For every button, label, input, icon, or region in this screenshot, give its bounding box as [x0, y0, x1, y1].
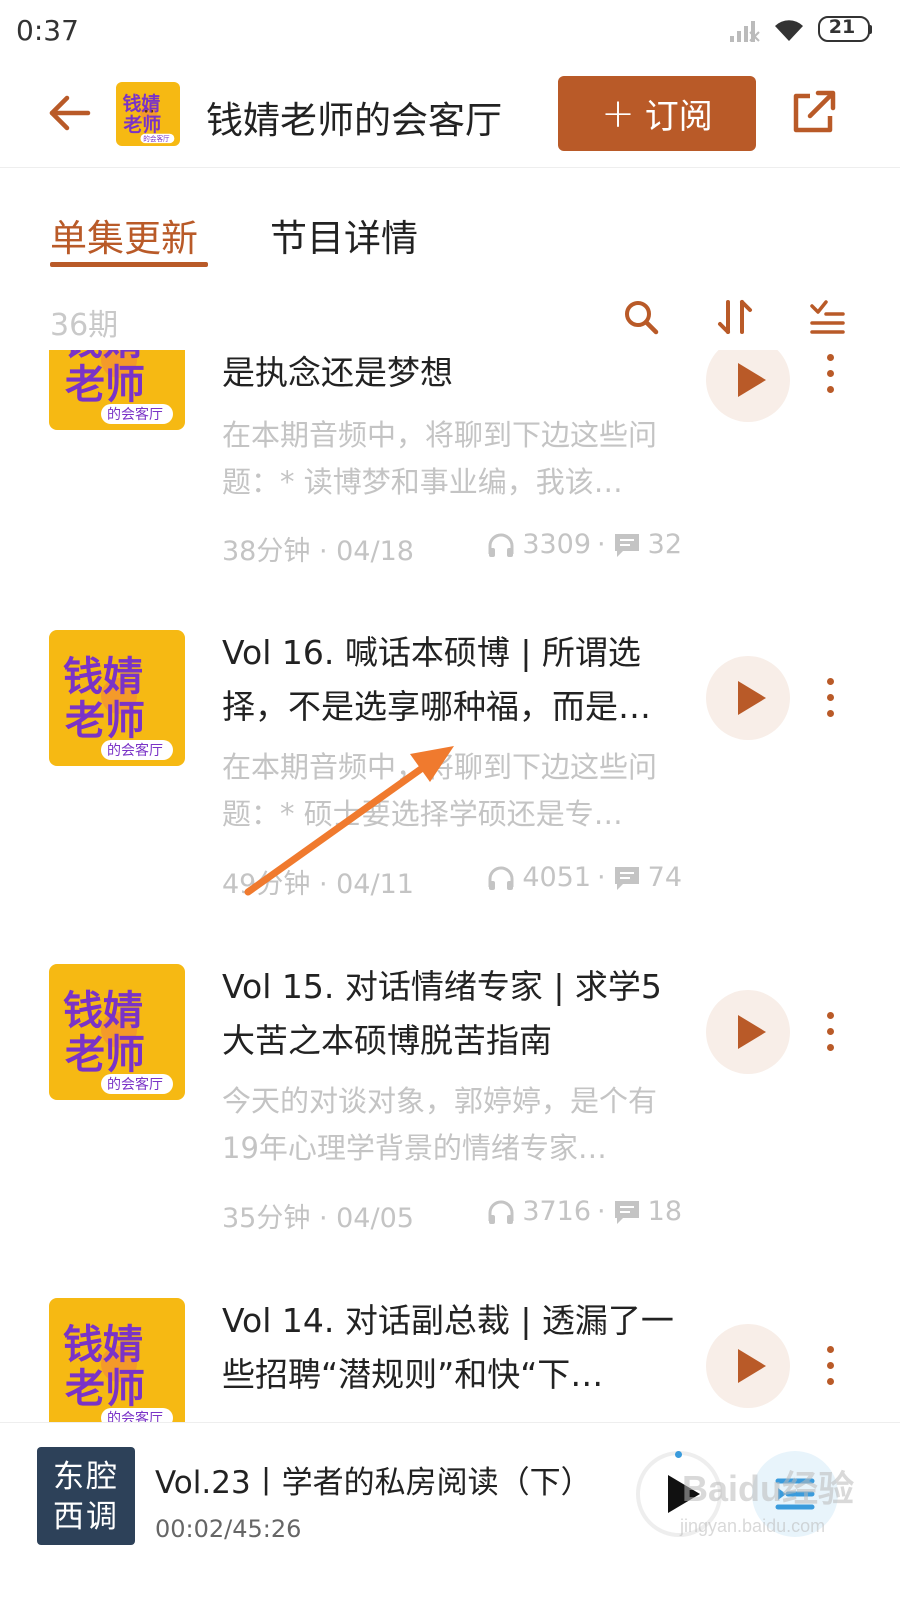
podcast-cover-thumbnail[interactable]: 钱婧 老师 的会客厅 — [116, 82, 180, 146]
share-icon[interactable] — [790, 88, 838, 136]
cover-art: 钱婧 老师 的会客厅 — [49, 1298, 185, 1422]
more-options-icon[interactable] — [822, 1344, 838, 1388]
cover-art: 钱婧 老师 的会客厅 — [116, 82, 180, 146]
subscribe-button[interactable]: + 订阅 — [558, 76, 756, 151]
status-time: 0:37 — [16, 14, 79, 47]
cover-tag: 的会客厅 — [107, 1410, 163, 1422]
cover-text-line2: 老师 — [65, 698, 145, 744]
progress-indicator — [675, 1451, 682, 1458]
episode-count: 36期 — [50, 308, 119, 343]
episode-cover: 钱婧 老师 的会客厅 — [49, 1298, 185, 1422]
play-button[interactable] — [706, 1324, 790, 1408]
header-bar: 钱婧 老师 的会客厅 钱婧老师的会客厅 + 订阅 — [0, 62, 900, 168]
episode-item[interactable]: 钱婧 老师 的会客厅 Vol 15. 对话情绪专家 | 求学5大苦之本硕博脱苦指… — [0, 744, 900, 1234]
tab-episodes[interactable]: 单集更新 — [50, 208, 198, 262]
now-playing-cover[interactable]: 东腔 西调 — [37, 1447, 135, 1545]
battery-indicator: 21 — [818, 16, 872, 42]
subscribe-label: 订阅 — [644, 97, 713, 137]
now-playing-title: Vol.23丨学者的私房阅读（下） — [155, 1465, 592, 1501]
cover-text-line2: 老师 — [123, 113, 162, 136]
cover-text-line1: 钱婧 — [63, 988, 143, 1034]
batch-select-icon[interactable] — [808, 298, 846, 336]
battery-level: 21 — [828, 16, 856, 38]
tab-details[interactable]: 节目详情 — [270, 208, 418, 262]
cover-text-line2: 老师 — [65, 1032, 145, 1078]
cover-text-line1: 钱婧 — [123, 92, 161, 115]
cover-text-line2: 老师 — [65, 362, 145, 408]
sort-icon[interactable] — [716, 298, 754, 336]
play-button[interactable] — [706, 656, 790, 740]
episode-item[interactable]: 钱婧 老师 的会客厅 是执念还是梦想 在本期音频中，将聊到下边这些问题：* 读博… — [0, 350, 900, 567]
more-options-icon[interactable] — [822, 676, 838, 720]
plus-icon: + — [601, 90, 635, 137]
episode-item[interactable]: 钱婧 老师 的会客厅 Vol 16. 喊话本硕博 | 所谓选择，不是选享哪种福，… — [0, 410, 900, 900]
battery-tip — [869, 25, 872, 34]
episode-title: Vol 16. 喊话本硕博 | 所谓选择，不是选享哪种福，而是… — [222, 633, 651, 726]
cell-signal-icon — [730, 21, 760, 42]
search-icon[interactable] — [622, 298, 660, 336]
cover-text-line2: 老师 — [65, 1366, 145, 1412]
now-playing-time: 00:02/45:26 — [155, 1515, 302, 1543]
cover-text-line1: 东腔 — [53, 1459, 119, 1495]
cover-text-line2: 西调 — [53, 1499, 119, 1535]
episode-title: 是执念还是梦想 — [222, 353, 453, 392]
play-button[interactable] — [706, 990, 790, 1074]
back-arrow-icon[interactable] — [46, 90, 92, 136]
watermark-url: jingyan.baidu.com — [680, 1516, 826, 1536]
cover-text-line1: 钱婧 — [63, 1322, 143, 1368]
play-icon — [738, 1349, 766, 1383]
watermark-logo: Baidu经验 — [682, 1468, 855, 1509]
watermark: Baidu经验 jingyan.baidu.com — [672, 1460, 872, 1560]
page-title: 钱婧老师的会客厅 — [206, 99, 502, 142]
more-options-icon[interactable] — [822, 352, 838, 396]
cover-tag: 的会客厅 — [143, 134, 170, 143]
more-options-icon[interactable] — [822, 1010, 838, 1054]
wifi-icon — [775, 20, 803, 41]
list-toolbar: 36期 — [0, 280, 900, 350]
play-icon — [738, 363, 766, 397]
cover-text-line1: 钱婧 — [63, 654, 143, 700]
episode-title: Vol 15. 对话情绪专家 | 求学5大苦之本硕博脱苦指南 — [222, 967, 662, 1060]
play-icon — [738, 681, 766, 715]
tab-bar: 单集更新 节目详情 — [0, 168, 900, 278]
play-icon — [738, 1015, 766, 1049]
episode-list: 钱婧 老师 的会客厅 是执念还是梦想 在本期音频中，将聊到下边这些问题：* 读博… — [0, 350, 900, 1422]
episode-item[interactable]: 钱婧 老师 的会客厅 Vol 14. 对话副总裁 | 透漏了一些招聘“潜规则”和… — [0, 1078, 900, 1422]
episode-title: Vol 14. 对话副总裁 | 透漏了一些招聘“潜规则”和快“下… — [222, 1301, 674, 1394]
status-bar: 0:37 21 — [0, 0, 900, 62]
active-tab-indicator — [50, 262, 208, 267]
